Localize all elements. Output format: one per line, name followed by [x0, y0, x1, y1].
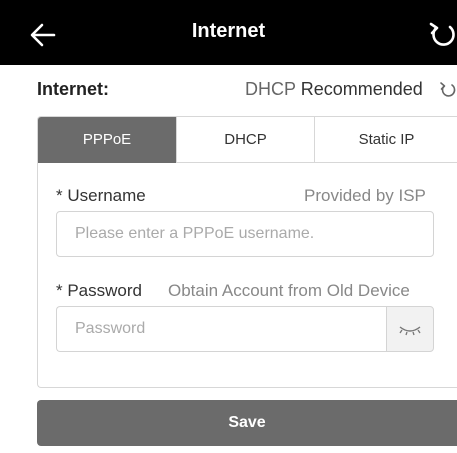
- connection-type-tabs: PPPoE DHCP Static IP: [38, 117, 457, 163]
- tab-dhcp[interactable]: DHCP: [176, 117, 314, 163]
- password-field: [56, 306, 434, 352]
- refresh-icon[interactable]: [439, 81, 457, 99]
- obtain-account-link[interactable]: Obtain Account from Old Device: [168, 281, 410, 301]
- internet-mode-value[interactable]: DHCP Recommended: [245, 79, 423, 100]
- tab-pppoe[interactable]: PPPoE: [38, 117, 176, 163]
- username-label: * Username: [56, 186, 146, 205]
- username-hint: Provided by ISP: [304, 186, 426, 205]
- password-label: * Password: [56, 281, 142, 300]
- internet-mode: DHCP: [245, 79, 296, 99]
- recommended-label: Recommended: [300, 79, 423, 99]
- eye-closed-icon: [399, 326, 421, 336]
- password-input[interactable]: [56, 306, 386, 352]
- page-title: Internet: [191, 20, 266, 42]
- refresh-icon: [429, 22, 455, 46]
- internet-mode-row: Internet: DHCP Recommended: [37, 79, 457, 107]
- tab-static-ip[interactable]: Static IP: [314, 117, 457, 163]
- pppoe-settings-card: PPPoE DHCP Static IP * Username Provided…: [37, 116, 457, 388]
- internet-label: Internet:: [37, 79, 109, 99]
- top-bar: Internet: [0, 0, 457, 65]
- username-input[interactable]: [56, 211, 434, 257]
- show-password-toggle[interactable]: [386, 306, 434, 352]
- refresh-button[interactable]: [428, 20, 457, 50]
- save-button[interactable]: Save: [37, 400, 457, 446]
